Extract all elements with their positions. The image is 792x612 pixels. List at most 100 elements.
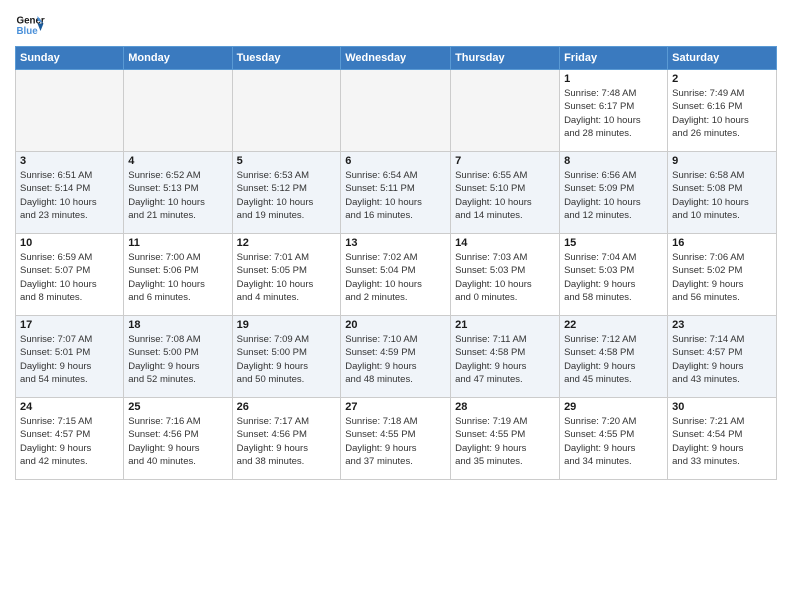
day-number: 15 — [564, 237, 663, 249]
calendar-cell: 23 Sunrise: 7:14 AM Sunset: 4:57 PM Dayli… — [668, 316, 777, 398]
day-info: Sunrise: 7:01 AM Sunset: 5:05 PM Dayligh… — [237, 251, 337, 304]
day-info: Sunrise: 7:49 AM Sunset: 6:16 PM Dayligh… — [672, 87, 772, 140]
calendar-cell: 16 Sunrise: 7:06 AM Sunset: 5:02 PM Dayli… — [668, 234, 777, 316]
calendar-cell: 7 Sunrise: 6:55 AM Sunset: 5:10 PM Daylig… — [451, 152, 560, 234]
day-number: 8 — [564, 155, 663, 167]
day-number: 20 — [345, 319, 446, 331]
day-info: Sunrise: 6:52 AM Sunset: 5:13 PM Dayligh… — [128, 169, 227, 222]
svg-text:Blue: Blue — [17, 26, 39, 37]
day-info: Sunrise: 6:53 AM Sunset: 5:12 PM Dayligh… — [237, 169, 337, 222]
calendar-cell: 20 Sunrise: 7:10 AM Sunset: 4:59 PM Dayli… — [341, 316, 451, 398]
weekday-header-wednesday: Wednesday — [341, 47, 451, 70]
calendar-cell — [232, 70, 341, 152]
calendar-cell: 1 Sunrise: 7:48 AM Sunset: 6:17 PM Daylig… — [560, 70, 668, 152]
day-number: 10 — [20, 237, 119, 249]
day-number: 25 — [128, 401, 227, 413]
calendar-cell: 28 Sunrise: 7:19 AM Sunset: 4:55 PM Dayli… — [451, 398, 560, 480]
day-number: 4 — [128, 155, 227, 167]
day-number: 22 — [564, 319, 663, 331]
calendar-cell: 10 Sunrise: 6:59 AM Sunset: 5:07 PM Dayli… — [16, 234, 124, 316]
day-info: Sunrise: 7:04 AM Sunset: 5:03 PM Dayligh… — [564, 251, 663, 304]
day-info: Sunrise: 7:15 AM Sunset: 4:57 PM Dayligh… — [20, 415, 119, 468]
day-number: 9 — [672, 155, 772, 167]
day-info: Sunrise: 7:09 AM Sunset: 5:00 PM Dayligh… — [237, 333, 337, 386]
day-info: Sunrise: 7:02 AM Sunset: 5:04 PM Dayligh… — [345, 251, 446, 304]
day-number: 16 — [672, 237, 772, 249]
day-number: 19 — [237, 319, 337, 331]
day-info: Sunrise: 6:58 AM Sunset: 5:08 PM Dayligh… — [672, 169, 772, 222]
day-info: Sunrise: 7:11 AM Sunset: 4:58 PM Dayligh… — [455, 333, 555, 386]
day-info: Sunrise: 7:12 AM Sunset: 4:58 PM Dayligh… — [564, 333, 663, 386]
calendar-cell: 25 Sunrise: 7:16 AM Sunset: 4:56 PM Dayli… — [124, 398, 232, 480]
day-number: 21 — [455, 319, 555, 331]
calendar-cell: 26 Sunrise: 7:17 AM Sunset: 4:56 PM Dayli… — [232, 398, 341, 480]
day-info: Sunrise: 7:08 AM Sunset: 5:00 PM Dayligh… — [128, 333, 227, 386]
calendar-cell — [16, 70, 124, 152]
calendar-cell: 12Sunrise: 7:01 AM Sunset: 5:05 PM Dayli… — [232, 234, 341, 316]
calendar-cell: 24 Sunrise: 7:15 AM Sunset: 4:57 PM Dayli… — [16, 398, 124, 480]
day-info: Sunrise: 7:18 AM Sunset: 4:55 PM Dayligh… — [345, 415, 446, 468]
day-info: Sunrise: 7:16 AM Sunset: 4:56 PM Dayligh… — [128, 415, 227, 468]
calendar-cell: 4 Sunrise: 6:52 AM Sunset: 5:13 PM Daylig… — [124, 152, 232, 234]
week-row-3: 10 Sunrise: 6:59 AM Sunset: 5:07 PM Dayli… — [16, 234, 777, 316]
day-info: Sunrise: 7:06 AM Sunset: 5:02 PM Dayligh… — [672, 251, 772, 304]
calendar-cell: 27 Sunrise: 7:18 AM Sunset: 4:55 PM Dayli… — [341, 398, 451, 480]
weekday-header-sunday: Sunday — [16, 47, 124, 70]
calendar-table: SundayMondayTuesdayWednesdayThursdayFrid… — [15, 46, 777, 480]
day-info: Sunrise: 7:10 AM Sunset: 4:59 PM Dayligh… — [345, 333, 446, 386]
day-number: 2 — [672, 73, 772, 85]
day-number: 6 — [345, 155, 446, 167]
day-info: Sunrise: 7:20 AM Sunset: 4:55 PM Dayligh… — [564, 415, 663, 468]
day-number: 5 — [237, 155, 337, 167]
day-info: Sunrise: 7:17 AM Sunset: 4:56 PM Dayligh… — [237, 415, 337, 468]
weekday-header-monday: Monday — [124, 47, 232, 70]
day-number: 28 — [455, 401, 555, 413]
day-info: Sunrise: 7:21 AM Sunset: 4:54 PM Dayligh… — [672, 415, 772, 468]
day-info: Sunrise: 6:54 AM Sunset: 5:11 PM Dayligh… — [345, 169, 446, 222]
week-row-4: 17 Sunrise: 7:07 AM Sunset: 5:01 PM Dayli… — [16, 316, 777, 398]
day-number: 30 — [672, 401, 772, 413]
calendar-cell — [341, 70, 451, 152]
calendar-cell: 2 Sunrise: 7:49 AM Sunset: 6:16 PM Daylig… — [668, 70, 777, 152]
day-number: 3 — [20, 155, 119, 167]
day-info: Sunrise: 6:55 AM Sunset: 5:10 PM Dayligh… — [455, 169, 555, 222]
day-number: 24 — [20, 401, 119, 413]
calendar-cell: 29Sunrise: 7:20 AM Sunset: 4:55 PM Dayli… — [560, 398, 668, 480]
day-number: 23 — [672, 319, 772, 331]
header: General Blue — [15, 10, 777, 40]
day-number: 11 — [128, 237, 227, 249]
calendar-cell: 22 Sunrise: 7:12 AM Sunset: 4:58 PM Dayli… — [560, 316, 668, 398]
week-row-5: 24 Sunrise: 7:15 AM Sunset: 4:57 PM Dayli… — [16, 398, 777, 480]
logo: General Blue — [15, 10, 45, 40]
week-row-2: 3Sunrise: 6:51 AM Sunset: 5:14 PM Daylig… — [16, 152, 777, 234]
day-number: 27 — [345, 401, 446, 413]
calendar-cell: 13Sunrise: 7:02 AM Sunset: 5:04 PM Dayli… — [341, 234, 451, 316]
day-info: Sunrise: 7:19 AM Sunset: 4:55 PM Dayligh… — [455, 415, 555, 468]
day-number: 7 — [455, 155, 555, 167]
day-number: 17 — [20, 319, 119, 331]
day-info: Sunrise: 6:59 AM Sunset: 5:07 PM Dayligh… — [20, 251, 119, 304]
day-info: Sunrise: 7:00 AM Sunset: 5:06 PM Dayligh… — [128, 251, 227, 304]
day-info: Sunrise: 7:03 AM Sunset: 5:03 PM Dayligh… — [455, 251, 555, 304]
calendar-cell — [451, 70, 560, 152]
day-number: 1 — [564, 73, 663, 85]
calendar-cell: 11 Sunrise: 7:00 AM Sunset: 5:06 PM Dayli… — [124, 234, 232, 316]
page-container: General Blue SundayMondayTuesdayWednesda… — [0, 0, 792, 485]
day-info: Sunrise: 7:07 AM Sunset: 5:01 PM Dayligh… — [20, 333, 119, 386]
calendar-cell: 6 Sunrise: 6:54 AM Sunset: 5:11 PM Daylig… — [341, 152, 451, 234]
day-info: Sunrise: 7:48 AM Sunset: 6:17 PM Dayligh… — [564, 87, 663, 140]
calendar-cell: 17 Sunrise: 7:07 AM Sunset: 5:01 PM Dayli… — [16, 316, 124, 398]
day-number: 26 — [237, 401, 337, 413]
calendar-cell: 9 Sunrise: 6:58 AM Sunset: 5:08 PM Daylig… — [668, 152, 777, 234]
day-info: Sunrise: 6:56 AM Sunset: 5:09 PM Dayligh… — [564, 169, 663, 222]
week-row-1: 1 Sunrise: 7:48 AM Sunset: 6:17 PM Daylig… — [16, 70, 777, 152]
calendar-cell: 21 Sunrise: 7:11 AM Sunset: 4:58 PM Dayli… — [451, 316, 560, 398]
day-info: Sunrise: 7:14 AM Sunset: 4:57 PM Dayligh… — [672, 333, 772, 386]
weekday-header-row: SundayMondayTuesdayWednesdayThursdayFrid… — [16, 47, 777, 70]
calendar-cell: 18Sunrise: 7:08 AM Sunset: 5:00 PM Dayli… — [124, 316, 232, 398]
weekday-header-thursday: Thursday — [451, 47, 560, 70]
weekday-header-saturday: Saturday — [668, 47, 777, 70]
weekday-header-tuesday: Tuesday — [232, 47, 341, 70]
calendar-cell: 3Sunrise: 6:51 AM Sunset: 5:14 PM Daylig… — [16, 152, 124, 234]
logo-icon: General Blue — [15, 10, 45, 40]
